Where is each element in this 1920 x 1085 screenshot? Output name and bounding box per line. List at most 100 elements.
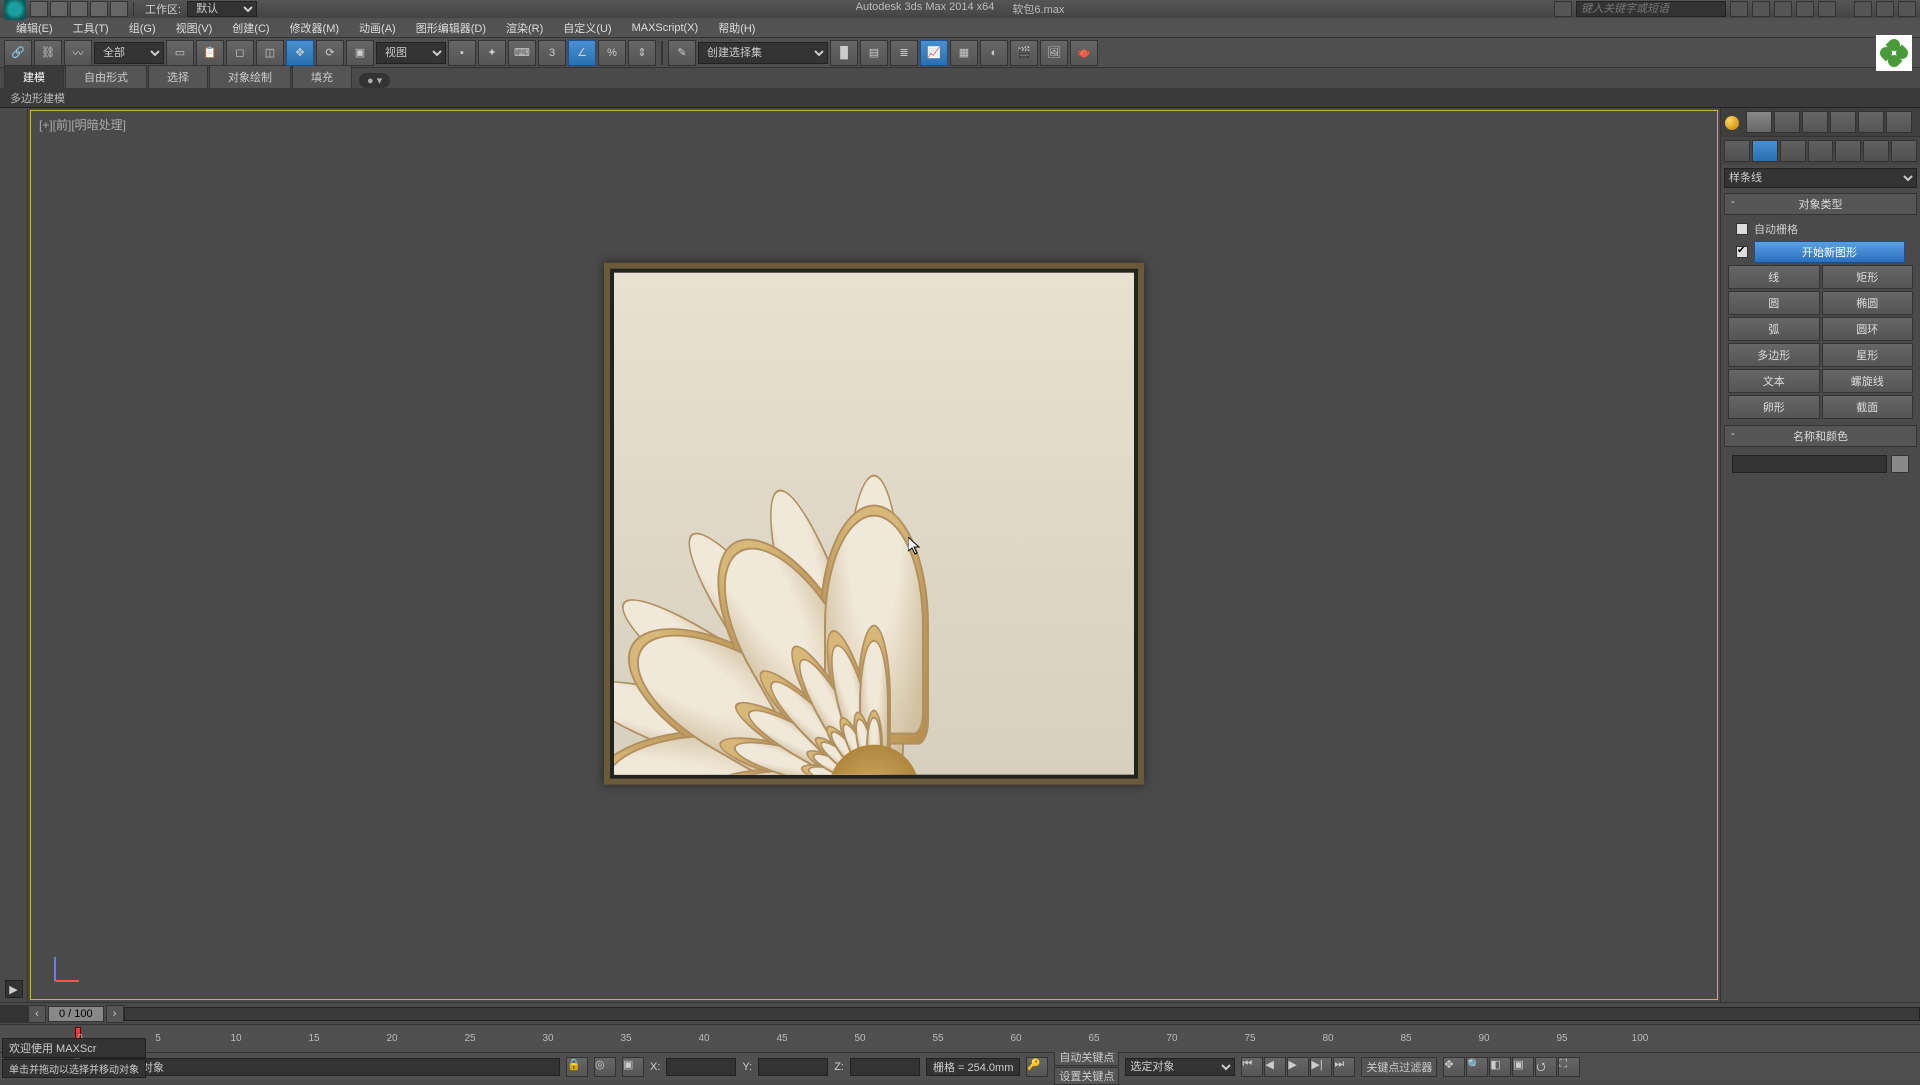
ribbon-pill[interactable]: ● ▾ (359, 73, 390, 88)
menu-帮助(H)[interactable]: 帮助(H) (708, 18, 765, 38)
edit-named-sel-icon[interactable]: ✎ (668, 40, 696, 66)
render-frame-icon[interactable]: 🖼 (1040, 40, 1068, 66)
window-crossing-icon[interactable]: ◫ (256, 40, 284, 66)
obj-btn-螺旋线[interactable]: 螺旋线 (1822, 369, 1914, 393)
close-icon[interactable] (1898, 1, 1916, 17)
obj-btn-卵形[interactable]: 卵形 (1728, 395, 1820, 419)
qat-open-icon[interactable] (50, 1, 68, 17)
tab-motion-icon[interactable] (1830, 111, 1856, 133)
nav-fov-icon[interactable]: ◧ (1489, 1057, 1511, 1077)
qat-undo-icon[interactable] (90, 1, 108, 17)
lock-icon[interactable]: 🔒 (566, 1057, 588, 1077)
obj-btn-星形[interactable]: 星形 (1822, 343, 1914, 367)
sub-systems-icon[interactable] (1891, 140, 1917, 162)
iso-icon[interactable]: ◎ (594, 1057, 616, 1077)
ref-coord-combo[interactable]: 视图 (376, 42, 446, 64)
obj-btn-截面[interactable]: 截面 (1822, 395, 1914, 419)
time-track[interactable] (124, 1007, 1920, 1021)
qat-redo-icon[interactable] (110, 1, 128, 17)
scale-icon[interactable]: ▣ (346, 40, 374, 66)
obj-btn-矩形[interactable]: 矩形 (1822, 265, 1914, 289)
menu-修改器(M)[interactable]: 修改器(M) (280, 18, 350, 38)
sub-shapes-icon[interactable] (1752, 140, 1778, 162)
new-shape-button[interactable]: 开始新图形 (1754, 241, 1905, 263)
menu-创建(C)[interactable]: 创建(C) (222, 18, 279, 38)
keyboard-shortcut-icon[interactable]: ⌨ (508, 40, 536, 66)
align-icon[interactable]: ▤ (860, 40, 888, 66)
viewport-label[interactable]: [+][前][明暗处理] (39, 116, 126, 133)
snap-percent-icon[interactable]: % (598, 40, 626, 66)
sub-cameras-icon[interactable] (1808, 140, 1834, 162)
reference-image[interactable] (604, 263, 1144, 785)
search-input[interactable] (1576, 1, 1726, 17)
obj-btn-多边形[interactable]: 多边形 (1728, 343, 1820, 367)
dock-play-icon[interactable]: ▶ (5, 980, 23, 998)
obj-btn-线[interactable]: 线 (1728, 265, 1820, 289)
menu-图形编辑器(D)[interactable]: 图形编辑器(D) (406, 18, 496, 38)
help-icon[interactable] (1730, 1, 1748, 17)
select-icon[interactable]: ▭ (166, 40, 194, 66)
sub-spacewarps-icon[interactable] (1863, 140, 1889, 162)
nav-zoomext-icon[interactable]: ▣ (1512, 1057, 1534, 1077)
ribbon-tab-建模[interactable]: 建模 (4, 65, 64, 88)
schematic-icon[interactable]: ▦ (950, 40, 978, 66)
menu-渲染(R)[interactable]: 渲染(R) (496, 18, 553, 38)
z-input[interactable] (850, 1058, 920, 1076)
x-input[interactable] (666, 1058, 736, 1076)
setkey-button[interactable]: 设置关键点 (1054, 1067, 1119, 1085)
sub-geometry-icon[interactable] (1724, 140, 1750, 162)
qat-save-icon[interactable] (70, 1, 88, 17)
color-swatch[interactable] (1891, 455, 1909, 473)
goto-end-icon[interactable]: ⏭ (1333, 1057, 1355, 1077)
ts-next-icon[interactable]: › (106, 1005, 124, 1023)
minimize-icon[interactable] (1854, 1, 1872, 17)
pivot-icon[interactable]: ▪ (448, 40, 476, 66)
curve-editor-icon[interactable]: 📈 (920, 40, 948, 66)
manipulate-icon[interactable]: ✦ (478, 40, 506, 66)
snap-2d-icon[interactable]: 3 (538, 40, 566, 66)
obj-btn-圆[interactable]: 圆 (1728, 291, 1820, 315)
snap-angle-icon[interactable]: ∠ (568, 40, 596, 66)
sub-helpers-icon[interactable] (1835, 140, 1861, 162)
mirror-icon[interactable]: ▐▌ (830, 40, 858, 66)
spinner-snap-icon[interactable]: ⇕ (628, 40, 656, 66)
keymode-combo[interactable]: 选定对象 (1125, 1058, 1235, 1076)
ribbon-tab-填充[interactable]: 填充 (292, 65, 352, 88)
material-editor-icon[interactable]: ◐ (980, 40, 1008, 66)
star3-icon[interactable] (1796, 1, 1814, 17)
rotate-icon[interactable]: ⟳ (316, 40, 344, 66)
menu-工具(T)[interactable]: 工具(T) (63, 18, 119, 38)
ribbon-tab-选择[interactable]: 选择 (148, 65, 208, 88)
ts-left-end[interactable] (0, 1005, 28, 1023)
menu-MAXScript(X)[interactable]: MAXScript(X) (622, 20, 709, 36)
sub-lights-icon[interactable] (1780, 140, 1806, 162)
keyfilter-button[interactable]: 关键点过滤器 (1361, 1057, 1437, 1077)
menu-编辑(E)[interactable]: 编辑(E) (6, 18, 63, 38)
goto-start-icon[interactable]: ⏮ (1241, 1057, 1263, 1077)
tab-display-icon[interactable] (1858, 111, 1884, 133)
selection-filter-combo[interactable]: 全部 (94, 42, 164, 64)
plugin-clover-icon[interactable] (1876, 35, 1912, 71)
ribbon-tab-自由形式[interactable]: 自由形式 (65, 65, 147, 88)
time-ruler[interactable]: 0510152025303540455055606570758085909510… (0, 1024, 1920, 1052)
rollout-name-color[interactable]: -名称和颜色 (1724, 425, 1917, 447)
user-icon[interactable] (1818, 1, 1836, 17)
sel-lock-icon[interactable]: ▣ (622, 1057, 644, 1077)
unlink-icon[interactable]: ⛓ (34, 40, 62, 66)
ribbon-tab-对象绘制[interactable]: 对象绘制 (209, 65, 291, 88)
obj-btn-椭圆[interactable]: 椭圆 (1822, 291, 1914, 315)
viewport[interactable]: [+][前][明暗处理] (30, 110, 1718, 1000)
newshape-checkbox[interactable] (1736, 246, 1748, 258)
object-name-input[interactable] (1732, 455, 1887, 473)
layers-icon[interactable]: ≣ (890, 40, 918, 66)
nav-orbit-icon[interactable]: ⭯ (1535, 1057, 1557, 1077)
ts-prev-icon[interactable]: ‹ (28, 1005, 46, 1023)
category-combo[interactable]: 样条线 (1724, 168, 1917, 188)
panel-orb-icon[interactable] (1725, 116, 1739, 130)
maximize-icon[interactable] (1876, 1, 1894, 17)
obj-btn-文本[interactable]: 文本 (1728, 369, 1820, 393)
tab-hierarchy-icon[interactable] (1802, 111, 1828, 133)
time-slider-handle[interactable]: 0 / 100 (48, 1006, 104, 1022)
menu-动画(A)[interactable]: 动画(A) (349, 18, 406, 38)
nav-zoom-icon[interactable]: 🔍 (1466, 1057, 1488, 1077)
